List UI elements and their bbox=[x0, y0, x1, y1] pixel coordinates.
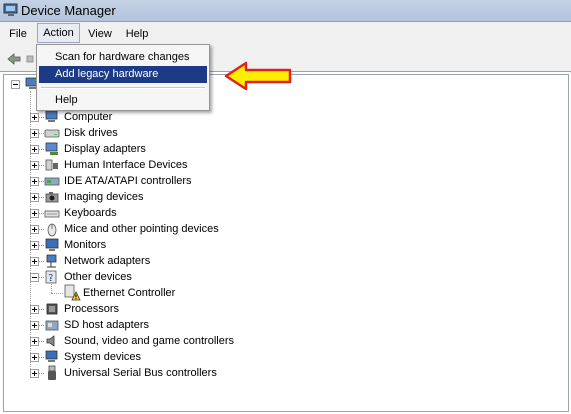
tree-item-label: Other devices bbox=[64, 271, 132, 283]
tree-item-imaging-devices[interactable]: Imaging devices bbox=[4, 189, 404, 205]
sd-host-icon bbox=[45, 320, 59, 331]
tree-item-label: Display adapters bbox=[64, 143, 146, 155]
device-manager-app-icon bbox=[3, 3, 18, 16]
tree-item-ethernet-controller[interactable]: Ethernet Controller bbox=[83, 285, 175, 301]
camera-icon bbox=[45, 192, 59, 203]
warning-device-icon[interactable] bbox=[64, 284, 81, 301]
processor-icon bbox=[46, 303, 58, 315]
root-collapse-toggle[interactable] bbox=[11, 80, 20, 89]
tree-item-sd-host-adapters[interactable]: SD host adapters bbox=[4, 317, 404, 333]
menu-bar: File Action View Help bbox=[0, 22, 571, 46]
tree-item-label: IDE ATA/ATAPI controllers bbox=[64, 175, 192, 187]
menu-action[interactable]: Action bbox=[37, 23, 80, 43]
back-arrow-icon[interactable] bbox=[6, 51, 22, 67]
speaker-icon bbox=[46, 335, 55, 347]
tree-item-network-adapters[interactable]: Network adapters bbox=[4, 253, 404, 269]
ide-controller-icon bbox=[44, 177, 60, 186]
mouse-icon bbox=[47, 223, 57, 237]
expand-toggle[interactable] bbox=[30, 145, 39, 154]
tree-item-label: Sound, video and game controllers bbox=[64, 335, 234, 347]
tree-item-label: Keyboards bbox=[64, 207, 117, 219]
title-bar: Device Manager bbox=[0, 0, 571, 22]
action-dropdown-menu: Scan for hardware changes Add legacy har… bbox=[36, 44, 210, 111]
expand-toggle[interactable] bbox=[30, 161, 39, 170]
expand-toggle[interactable] bbox=[30, 337, 39, 346]
child-branch-line bbox=[51, 293, 63, 294]
expand-toggle[interactable] bbox=[30, 353, 39, 362]
tree-item-system-devices[interactable]: System devices bbox=[4, 349, 404, 365]
tree-item-display-adapters[interactable]: Display adapters bbox=[4, 141, 404, 157]
menu-item-help[interactable]: Help bbox=[39, 92, 207, 109]
tree-item-monitors[interactable]: Monitors bbox=[4, 237, 404, 253]
tree-item-sound-video-and-game-controllers[interactable]: Sound, video and game controllers bbox=[4, 333, 404, 349]
tree-item-label: Human Interface Devices bbox=[64, 159, 188, 171]
expand-toggle[interactable] bbox=[30, 177, 39, 186]
hid-icon bbox=[45, 159, 58, 171]
device-tree-pane: Computer Disk drives Display adapters Human… bbox=[3, 74, 569, 412]
menu-file[interactable]: File bbox=[3, 24, 33, 44]
expand-toggle[interactable] bbox=[30, 225, 39, 234]
menu-item-scan-hardware[interactable]: Scan for hardware changes bbox=[39, 49, 207, 66]
menu-help[interactable]: Help bbox=[120, 24, 154, 44]
forward-arrow-icon[interactable] bbox=[26, 51, 36, 67]
expand-toggle[interactable] bbox=[30, 321, 39, 330]
tree-item-disk-drives[interactable]: Disk drives bbox=[4, 125, 404, 141]
network-adapter-icon bbox=[46, 254, 57, 268]
disk-drive-icon bbox=[44, 129, 60, 138]
tree-item-label: Computer bbox=[64, 111, 113, 123]
expand-toggle[interactable] bbox=[30, 369, 39, 378]
keyboard-icon bbox=[44, 210, 60, 218]
expand-toggle[interactable] bbox=[30, 113, 39, 122]
expand-toggle[interactable] bbox=[30, 209, 39, 218]
tree-item-label: Imaging devices bbox=[64, 191, 144, 203]
expand-toggle[interactable] bbox=[30, 241, 39, 250]
tree-item-label: Processors bbox=[64, 303, 120, 315]
tree-item-universal-serial-bus-controllers[interactable]: Universal Serial Bus controllers bbox=[4, 365, 404, 381]
child-guide-line bbox=[51, 275, 52, 293]
tree-item-processors[interactable]: Processors bbox=[4, 301, 404, 317]
system-devices-icon bbox=[45, 350, 58, 362]
monitor-icon bbox=[45, 238, 59, 251]
tree-item-label: Network adapters bbox=[64, 255, 151, 267]
window-title: Device Manager bbox=[21, 3, 116, 18]
tree-item-human-interface-devices[interactable]: Human Interface Devices bbox=[4, 157, 404, 173]
expand-toggle[interactable] bbox=[30, 193, 39, 202]
tree-item-mice-and-other-pointing-devices[interactable]: Mice and other pointing devices bbox=[4, 221, 404, 237]
tree-item-computer[interactable]: Computer bbox=[4, 109, 404, 125]
display-adapter-icon bbox=[45, 142, 58, 155]
other-devices-icon: ? bbox=[45, 270, 57, 284]
menu-view[interactable]: View bbox=[83, 24, 117, 44]
computer-icon bbox=[45, 110, 58, 122]
tree-item-label: System devices bbox=[64, 351, 142, 363]
expand-toggle[interactable] bbox=[30, 305, 39, 314]
tree-item-keyboards[interactable]: Keyboards bbox=[4, 205, 404, 221]
tree-item-label: Monitors bbox=[64, 239, 107, 251]
tree-item-label: Mice and other pointing devices bbox=[64, 223, 219, 235]
tree-item-label: SD host adapters bbox=[64, 319, 149, 331]
tree-item-label: Universal Serial Bus controllers bbox=[64, 367, 217, 379]
collapse-toggle[interactable] bbox=[30, 273, 39, 282]
tree-item-ide-ata-atapi-controllers[interactable]: IDE ATA/ATAPI controllers bbox=[4, 173, 404, 189]
annotation-arrow-icon bbox=[224, 61, 292, 91]
expand-toggle[interactable] bbox=[30, 129, 39, 138]
tree-item-other-devices[interactable]: ? Other devices bbox=[4, 269, 404, 285]
tree-item-label: Disk drives bbox=[64, 127, 118, 139]
usb-icon bbox=[48, 365, 56, 380]
expand-toggle[interactable] bbox=[30, 257, 39, 266]
menu-item-add-legacy-hardware[interactable]: Add legacy hardware bbox=[39, 66, 207, 83]
menu-separator bbox=[41, 87, 205, 89]
